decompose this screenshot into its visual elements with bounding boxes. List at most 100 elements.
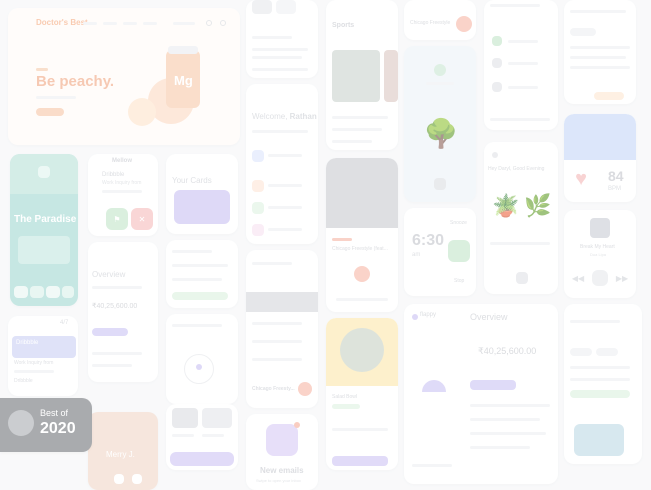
rewind-icon[interactable]: ◀◀	[572, 272, 584, 284]
alarm-card[interactable]: Snooze 6:30 am Stop	[404, 208, 476, 296]
mellow-item-1: Dribbble	[102, 172, 125, 178]
send-button[interactable]	[172, 292, 228, 300]
peachy-card[interactable]: Doctor's Best Be peachy. Mg	[8, 8, 240, 145]
inbox-item-3: Dribbble	[14, 378, 33, 384]
chicago-title-2: Chicago Freesty...	[252, 386, 295, 392]
sports-title: Sports	[332, 22, 355, 29]
playlist-row-active[interactable]	[246, 292, 318, 312]
badge-line1: Best of	[40, 408, 69, 418]
umbrella-illustration	[422, 380, 446, 392]
search-icon[interactable]	[206, 20, 212, 26]
music-title: Break My Heart	[580, 244, 615, 250]
chicago-title: Chicago Freestyle (feat...	[332, 246, 388, 252]
play-button[interactable]	[298, 382, 312, 396]
alarm-ampm: am	[412, 252, 421, 258]
flappy-logo: flappy	[420, 312, 437, 318]
mellow-title: Mellow	[112, 158, 133, 164]
add-button[interactable]	[92, 328, 128, 336]
album-art	[590, 218, 610, 238]
call-button[interactable]	[132, 474, 142, 484]
message-button[interactable]	[114, 474, 124, 484]
overview-amount: ₹40,25,600.00	[92, 303, 138, 310]
inbox-item-2: Work Inquiry from	[14, 360, 54, 366]
welcome-item-4[interactable]	[252, 224, 264, 236]
load-more-button[interactable]	[170, 452, 234, 466]
top-play-button[interactable]	[456, 16, 472, 32]
flag-button[interactable]: ⚑	[106, 208, 128, 230]
alarm-clock-icon	[448, 240, 470, 262]
music-artist: Dua Lipa	[590, 252, 607, 257]
account-icon-1	[492, 36, 502, 46]
article-card[interactable]	[564, 0, 636, 104]
player-card[interactable]: Chicago Freestyle (feat...	[326, 158, 398, 312]
best-of-2020-badge: Best of 2020	[0, 398, 92, 452]
accounts-card[interactable]	[484, 0, 558, 130]
account-icon-3	[492, 82, 502, 92]
transactions-card[interactable]	[166, 240, 238, 308]
mail-icon	[266, 424, 298, 456]
wallet-mini-card[interactable]	[574, 424, 624, 456]
your-cards-card[interactable]: Your Cards	[166, 154, 238, 234]
sports-image[interactable]	[332, 50, 380, 102]
plant-sky-card[interactable]: 🌳	[404, 46, 476, 202]
paradise-title: The Paradise	[14, 214, 77, 225]
gallery-card[interactable]	[166, 404, 238, 470]
mellow-card[interactable]: Mellow Dribbble Work Inquiry from ⚑ ✕	[88, 154, 158, 236]
credit-card[interactable]	[174, 190, 230, 224]
alarm-snooze[interactable]: Snooze	[450, 220, 467, 226]
food-card[interactable]: Salad Bowl	[326, 318, 398, 470]
peachy-logo: Doctor's Best	[36, 18, 88, 27]
plant-icon: 🪴	[492, 193, 520, 218]
sports-card[interactable]: Sports	[326, 0, 398, 150]
mellow-item-2: Work Inquiry from	[102, 180, 142, 186]
paradise-card[interactable]: The Paradise	[10, 154, 78, 306]
plant-icon-2: 🌿	[524, 193, 552, 218]
music-player-card[interactable]: Break My Heart Dua Lipa ◀◀ ▶▶	[564, 210, 636, 298]
inbox-count: 4/7	[60, 320, 69, 326]
plants-card[interactable]: Hey Daryl, Good Evening 🪴 🌿	[484, 142, 558, 294]
heart-unit: BPM	[608, 186, 622, 192]
overview-add-button[interactable]	[470, 380, 516, 390]
alarm-stop[interactable]: Stop	[454, 278, 464, 284]
heart-rate-card[interactable]: ♥ 84 BPM	[564, 114, 636, 202]
alarm-time: 6:30	[412, 232, 445, 249]
cards-title: Your Cards	[172, 176, 212, 185]
grid-icon[interactable]	[38, 166, 50, 178]
wallet-card[interactable]	[564, 304, 642, 464]
playlist-card[interactable]: Chicago Freesty...	[246, 250, 318, 408]
heart-icon: ♥	[575, 167, 587, 190]
chicago-top-title: Chicago Freestyle	[410, 20, 451, 26]
plant-greeting: Hey Daryl, Good Evening	[488, 166, 545, 172]
account-icon-2	[492, 58, 502, 68]
welcome-name: Rathan	[289, 112, 317, 121]
bonsai-image: 🌳	[423, 117, 459, 149]
map-pin-icon	[196, 364, 202, 370]
welcome-item-3[interactable]	[252, 202, 264, 214]
pause-button[interactable]	[592, 270, 608, 286]
forward-icon[interactable]: ▶▶	[616, 272, 628, 284]
new-emails-card[interactable]: New emails Swipe to open your inbox	[246, 414, 318, 490]
overview-big-card[interactable]: flappy Overview ₹40,25,600.00	[404, 304, 558, 484]
shop-button[interactable]	[36, 108, 64, 116]
cart-icon[interactable]	[220, 20, 226, 26]
merry-card[interactable]: Merry J.	[88, 412, 158, 490]
overview-big-amount: ₹40,25,600.00	[478, 346, 537, 356]
welcome-item-1[interactable]	[252, 150, 264, 162]
merry-name: Merry J.	[106, 450, 135, 459]
inbox-card[interactable]: 4/7 Dribbble Work Inquiry from Dribbble	[8, 316, 78, 396]
music-list-card[interactable]	[246, 0, 318, 78]
chicago-top-card[interactable]: Chicago Freestyle	[404, 0, 476, 40]
delete-button[interactable]: ✕	[131, 208, 153, 230]
inbox-item-1[interactable]: Dribbble	[12, 336, 76, 358]
map-card[interactable]	[166, 314, 238, 404]
welcome-item-2[interactable]	[252, 180, 264, 192]
welcome-card[interactable]: Welcome, Rathan	[246, 84, 318, 244]
wallet-pay-button[interactable]	[570, 390, 630, 398]
order-button[interactable]	[332, 456, 388, 466]
peachy-headline: Be peachy.	[36, 73, 115, 90]
overview-small-card[interactable]: Overview ₹40,25,600.00	[88, 242, 158, 382]
player-play-button[interactable]	[354, 266, 370, 282]
article-button[interactable]	[594, 92, 624, 100]
overview-title: Overview	[92, 270, 126, 279]
flappy-logo-icon	[412, 314, 418, 320]
